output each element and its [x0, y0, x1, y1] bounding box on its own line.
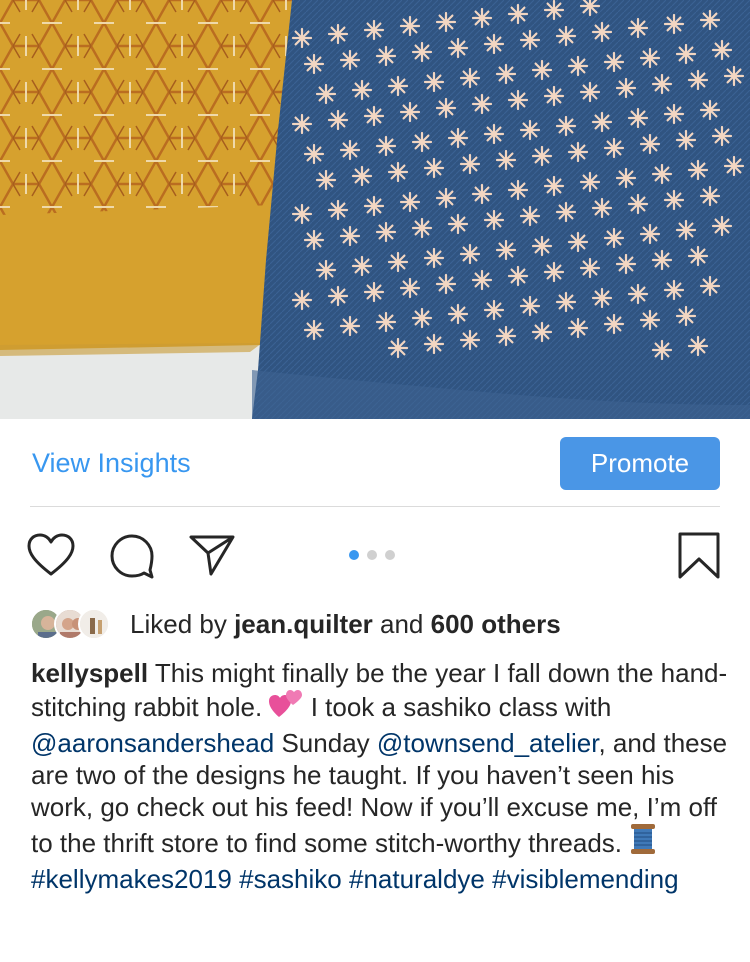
carousel-indicator — [349, 550, 395, 560]
avatar — [78, 608, 110, 640]
likes-others-count[interactable]: 600 others — [431, 609, 561, 639]
divider — [30, 506, 720, 507]
two-hearts-emoji — [269, 689, 303, 726]
likes-row[interactable]: Liked by jean.quilter and 600 others — [30, 604, 561, 644]
bookmark-icon[interactable] — [677, 531, 721, 586]
promote-button[interactable]: Promote — [560, 437, 720, 490]
mention-link[interactable]: @aaronsandershead — [31, 728, 274, 758]
liker-username[interactable]: jean.quilter — [234, 609, 373, 639]
share-icon[interactable] — [188, 533, 236, 582]
caption-username[interactable]: kellyspell — [31, 658, 148, 688]
sashiko-fabric-image — [0, 0, 750, 419]
mention-link[interactable]: @townsend_atelier — [377, 728, 599, 758]
likes-prefix: Liked by — [130, 608, 227, 639]
post-photo[interactable] — [0, 0, 750, 419]
hashtag-link[interactable]: #sashiko — [239, 864, 342, 894]
post-caption: kellyspell This might finally be the yea… — [31, 657, 731, 895]
caption-text: I took a sashiko class with — [310, 692, 612, 723]
liker-avatars[interactable] — [30, 606, 120, 642]
hashtag-link[interactable]: #kellymakes2019 — [31, 864, 232, 894]
carousel-dot — [367, 550, 377, 560]
caption-text: Sunday — [281, 727, 370, 758]
view-insights-link[interactable]: View Insights — [32, 448, 191, 479]
spool-of-thread-emoji — [629, 823, 657, 862]
heart-icon[interactable] — [26, 532, 76, 583]
likes-and: and — [380, 608, 424, 639]
carousel-dot — [349, 550, 359, 560]
likes-text: Liked by jean.quilter and 600 others — [130, 609, 561, 640]
hashtag-link[interactable]: #visiblemending — [492, 864, 678, 894]
comment-icon[interactable] — [108, 532, 156, 585]
carousel-dot — [385, 550, 395, 560]
hashtag-link[interactable]: #naturaldye — [349, 864, 485, 894]
